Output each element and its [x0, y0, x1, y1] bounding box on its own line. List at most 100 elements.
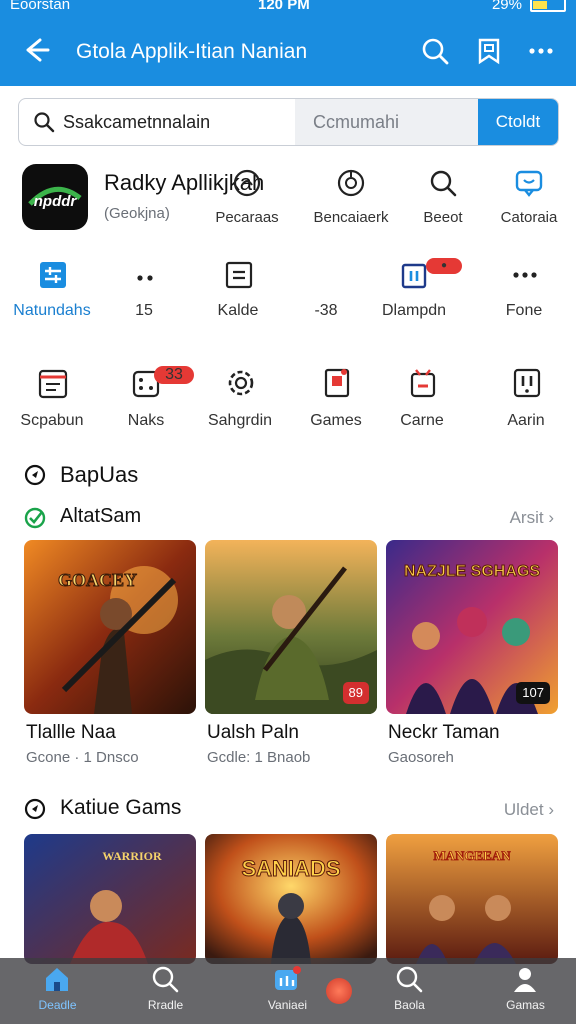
header-action-rating[interactable]: Pecaraas	[206, 164, 288, 236]
battery-percent: 29%	[491, 0, 522, 13]
app-header: npddr Radky Apllikjkah (Geokjna) Pecaraa…	[0, 160, 576, 236]
tab-dlampdn[interactable]: ● Dlampdn	[366, 254, 462, 328]
game-card[interactable]: NAZJLE SGHAGS 107 Neckr Taman Gaosoreh	[386, 540, 558, 770]
nav-item-browse[interactable]: Baola	[352, 958, 467, 1024]
game-cover-title: NAZJLE SGHAGS	[404, 563, 540, 580]
rating-icon	[232, 168, 262, 198]
category-badge: 33	[154, 366, 194, 384]
nav-item-home[interactable]: Deadle	[0, 958, 115, 1024]
category-games[interactable]: Games	[288, 362, 384, 434]
category-sahgrdin[interactable]: Sahgrdin	[192, 362, 288, 434]
status-bar: Eoorstan 120 PM 29%	[0, 0, 576, 16]
tab-label: 15	[135, 302, 153, 319]
nav-item-search[interactable]: Rradle	[108, 958, 223, 1024]
section-subheading: AltatSam	[24, 505, 324, 531]
nav-item-profile[interactable]: Gamas	[468, 958, 576, 1024]
tab-15[interactable]: 15	[96, 254, 192, 328]
tab-label: Dlampdn	[381, 302, 447, 319]
category-carne[interactable]: Carne	[374, 362, 470, 434]
rating-badge: 89	[342, 682, 369, 704]
section-heading-icon	[24, 798, 46, 820]
game-cover-art: GOACEY	[24, 540, 196, 714]
verified-check-icon	[24, 507, 46, 529]
header-action-label: Pecaraas	[215, 209, 279, 226]
nav-label: Vaniaei	[267, 998, 308, 1012]
section-subheading-text: AltatSam	[60, 505, 142, 527]
game-title: Neckr Taman	[388, 722, 500, 743]
settings-icon	[224, 366, 258, 400]
game-cover-art: NAZJLE SGHAGS 107	[386, 540, 558, 714]
search-input-value: Ssakcametnnalain	[63, 112, 211, 132]
game-cover-title: MANGEEAN	[433, 848, 511, 863]
tab-label: Natundahs	[13, 302, 91, 319]
section-heading-text: Katiue Gams	[60, 796, 182, 819]
header-action-chat[interactable]: Catoraia	[488, 164, 570, 236]
game-card[interactable]: 89 Ualsh Paln Gcdle: 1 Bnaob	[205, 540, 377, 770]
app-logo[interactable]: npddr	[22, 164, 88, 230]
more-options-icon[interactable]	[526, 36, 556, 66]
tab-38[interactable]: -38	[278, 254, 374, 328]
see-all-label: Uldet	[503, 800, 544, 819]
category-row: Scpabun 33 Naks Sahgrdin Games Carne Aar…	[0, 362, 576, 442]
profile-icon	[510, 964, 540, 994]
controller-icon	[320, 366, 354, 400]
back-arrow-icon[interactable]	[20, 34, 52, 66]
game-title: Tlallle Naa	[26, 722, 116, 743]
search-bar: Ssakcametnnalain Ccmumahi Ctoldt	[18, 98, 559, 146]
search-icon	[33, 111, 55, 133]
category-label: Carne	[400, 412, 444, 429]
nav-label: Deadle	[38, 998, 77, 1012]
section-heading-icon	[24, 464, 46, 486]
document-icon	[36, 366, 70, 400]
bottom-navigation: Deadle Rradle Vaniaei Baola Gamas	[0, 958, 576, 1024]
header-action-benchmark[interactable]: Bencaiaerk	[310, 164, 392, 236]
category-label: Aarin	[507, 412, 545, 429]
game-card[interactable]: WARRIOR	[24, 834, 196, 964]
category-label: Games	[310, 412, 362, 429]
page-title: Gtola Applik-Itian Nanian	[76, 40, 308, 63]
tab-fone[interactable]: Fone	[476, 254, 572, 328]
category-label: Scpabun	[20, 412, 84, 429]
home-icon	[42, 964, 72, 994]
category-scpabun[interactable]: Scpabun	[4, 362, 100, 434]
more-icon	[510, 260, 540, 290]
category-naks[interactable]: 33 Naks	[98, 362, 194, 434]
game-title: Ualsh Paln	[207, 722, 299, 743]
chat-icon	[514, 168, 544, 198]
chevron-right-icon: ›	[548, 800, 554, 819]
search-icon[interactable]	[420, 36, 450, 66]
app-logo-text: npddr	[34, 193, 78, 210]
game-card[interactable]: SANIADS NEW	[205, 834, 377, 964]
category-label: Sahgrdin	[207, 412, 273, 429]
notification-badge: ●	[426, 258, 462, 274]
category-aarin[interactable]: Aarin	[478, 362, 574, 434]
header-action-label: Beeot	[423, 209, 463, 226]
search-input[interactable]: Ssakcametnnalain	[19, 99, 295, 145]
status-time: 120 PM	[258, 0, 310, 13]
game-meta: Gcone · 1 Dnsco	[26, 749, 139, 766]
tab-kalde[interactable]: Kalde	[190, 254, 286, 328]
list-icon	[224, 260, 254, 290]
tab-natundahs[interactable]: Natundahs	[4, 254, 100, 328]
section-heading: BapUas	[24, 462, 324, 492]
nav-label: Rradle	[147, 998, 184, 1012]
see-all-link[interactable]: Arsit ›	[510, 508, 554, 528]
game-meta: Gcdle: 1 Bnaob	[207, 749, 311, 766]
benchmark-icon	[336, 168, 366, 198]
game-card[interactable]: MANGEEAN NEW	[386, 834, 558, 964]
see-all-link[interactable]: Uldet ›	[504, 800, 554, 820]
rating-badge: 107	[516, 682, 550, 704]
game-card[interactable]: GOACEY Tlallle Naa Gcone · 1 Dnsco	[24, 540, 196, 770]
game-cover-title: GOACEY	[58, 570, 137, 590]
header-action-search[interactable]: Beeot	[402, 164, 484, 236]
bookmark-icon[interactable]	[474, 36, 504, 66]
app-bar: Gtola Applik-Itian Nanian	[0, 24, 576, 80]
search-submit-button[interactable]: Ctoldt	[478, 99, 558, 145]
see-all-label: Arsit	[509, 508, 544, 527]
search-secondary-field[interactable]: Ccmumahi	[295, 99, 479, 145]
game-cover-title: WARRIOR	[102, 849, 162, 863]
category-label: Naks	[127, 412, 165, 429]
alert-icon	[510, 366, 544, 400]
grid-icon	[38, 260, 68, 290]
header-action-label: Bencaiaerk	[313, 209, 389, 226]
